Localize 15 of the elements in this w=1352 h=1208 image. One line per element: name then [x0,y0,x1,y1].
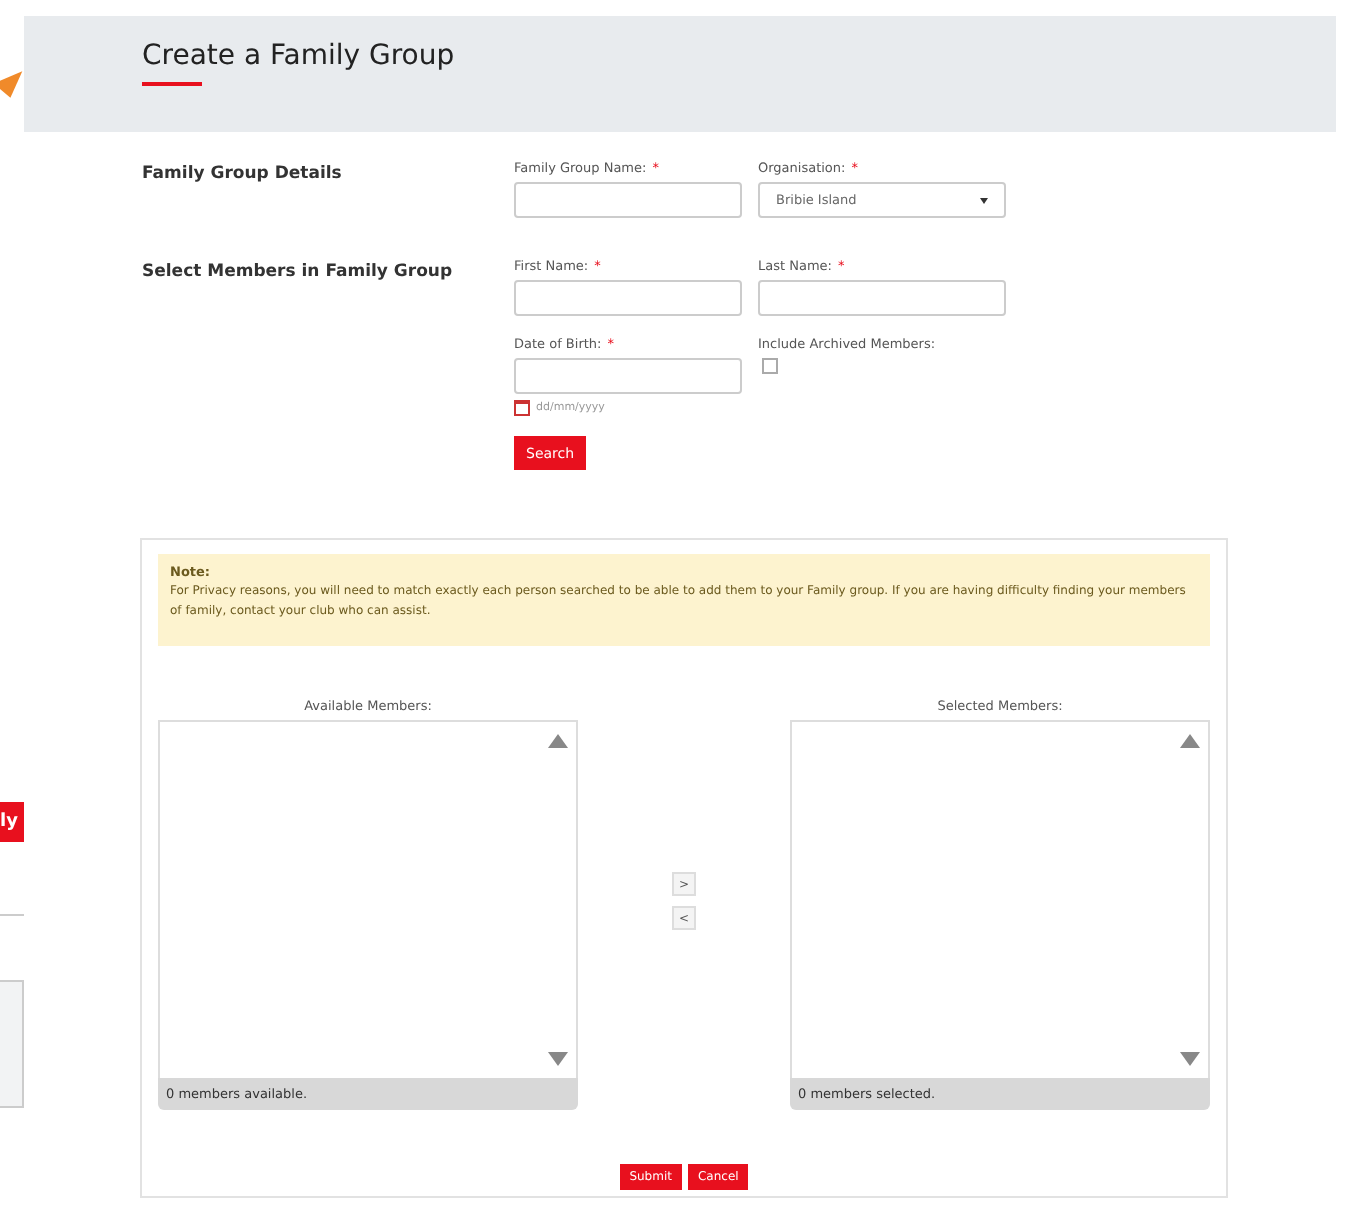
page-title: Create a Family Group [142,40,457,72]
input-field[interactable] [514,280,742,316]
calendar-icon[interactable] [514,400,530,416]
tab-button[interactable]: ly [0,802,24,842]
caret-icon [980,197,988,203]
section-label: Family Group Details [142,162,344,188]
scroll-up-icon[interactable] [548,734,568,748]
input-field[interactable] [514,182,742,218]
input-field[interactable] [514,358,742,394]
title-underline [142,82,202,86]
checkbox[interactable] [762,358,778,374]
section-label: Select Members in Family Group [142,260,455,286]
scroll-up-icon[interactable] [1180,734,1200,748]
input-field[interactable] [758,280,1006,316]
side-panel [0,980,24,1108]
